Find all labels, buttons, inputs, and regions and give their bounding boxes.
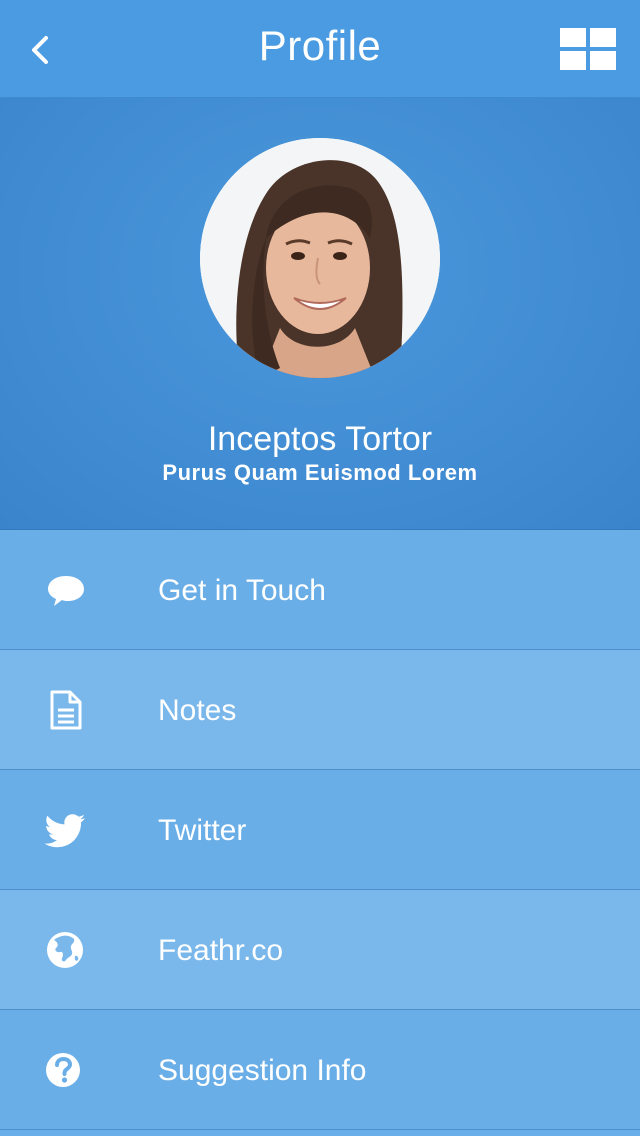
menu-item-get-in-touch[interactable]: Get in Touch <box>0 530 640 650</box>
grid-view-button[interactable] <box>560 28 616 70</box>
document-icon <box>50 690 82 730</box>
menu-item-notes[interactable]: Notes <box>0 650 640 770</box>
profile-name: Inceptos Tortor <box>207 420 433 458</box>
page-title: Profile <box>258 22 382 69</box>
twitter-bird-icon <box>44 814 85 848</box>
avatar[interactable] <box>200 138 440 378</box>
menu-item-twitter[interactable]: Twitter <box>0 770 640 890</box>
profile-menu: Get in Touch Notes Twitter Feathr.co Sug… <box>0 530 640 1130</box>
menu-item-feathr[interactable]: Feathr.co <box>0 890 640 1010</box>
menu-item-label: Notes <box>158 694 237 727</box>
chat-bubble-icon <box>48 576 84 606</box>
menu-item-label: Feathr.co <box>158 934 284 967</box>
question-icon <box>46 1053 80 1087</box>
top-navbar: Profile <box>0 0 640 98</box>
globe-icon <box>47 932 83 968</box>
menu-item-label: Get in Touch <box>158 574 326 607</box>
menu-item-suggestion-info[interactable]: Suggestion Info <box>0 1010 640 1130</box>
avatar-photo <box>200 138 440 378</box>
menu-item-label: Twitter <box>158 814 247 847</box>
profile-header: Inceptos Tortor Purus Quam Euismod Lorem <box>0 98 640 530</box>
menu-item-label: Suggestion Info <box>158 1054 367 1087</box>
profile-subtitle: Purus Quam Euismod Lorem <box>162 460 478 485</box>
grid-icon <box>560 28 616 70</box>
